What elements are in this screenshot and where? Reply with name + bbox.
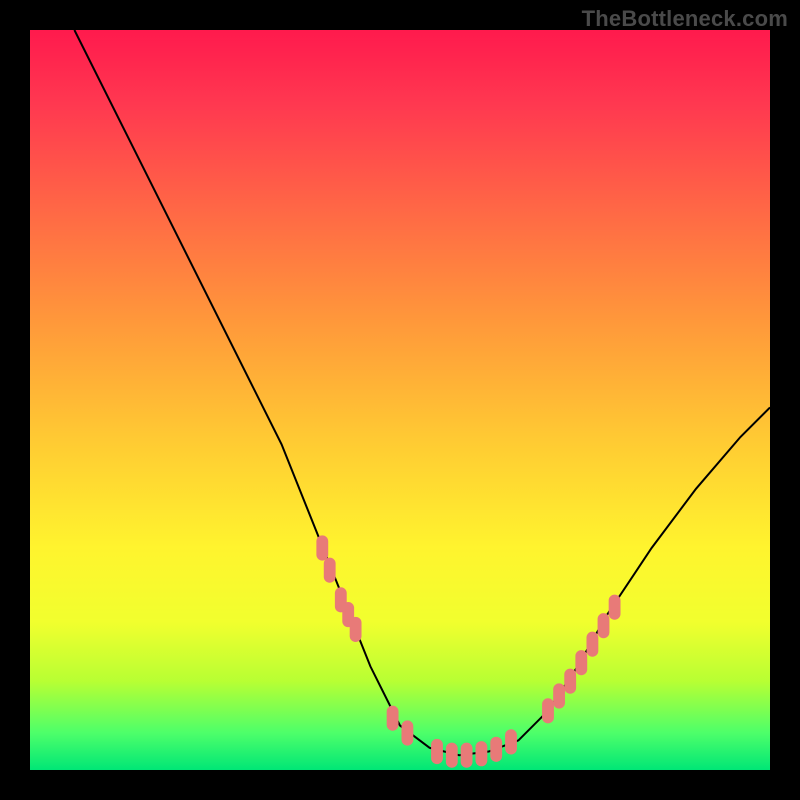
chart-svg	[30, 30, 770, 770]
data-marker	[490, 737, 502, 762]
data-marker	[564, 669, 576, 694]
data-marker	[401, 720, 413, 745]
data-marker	[350, 617, 362, 642]
marker-group	[316, 535, 620, 767]
data-marker	[431, 739, 443, 764]
data-marker	[575, 650, 587, 675]
data-marker	[598, 613, 610, 638]
data-marker	[324, 558, 336, 583]
data-marker	[475, 741, 487, 766]
chart-frame: TheBottleneck.com	[0, 0, 800, 800]
data-marker	[461, 743, 473, 768]
plot-area	[30, 30, 770, 770]
data-marker	[553, 683, 565, 708]
data-marker	[387, 706, 399, 731]
data-marker	[586, 632, 598, 657]
data-marker	[446, 743, 458, 768]
data-marker	[505, 729, 517, 754]
data-marker	[316, 535, 328, 560]
data-marker	[542, 698, 554, 723]
data-marker	[609, 595, 621, 620]
watermark-text: TheBottleneck.com	[582, 6, 788, 32]
bottleneck-curve	[74, 30, 770, 755]
